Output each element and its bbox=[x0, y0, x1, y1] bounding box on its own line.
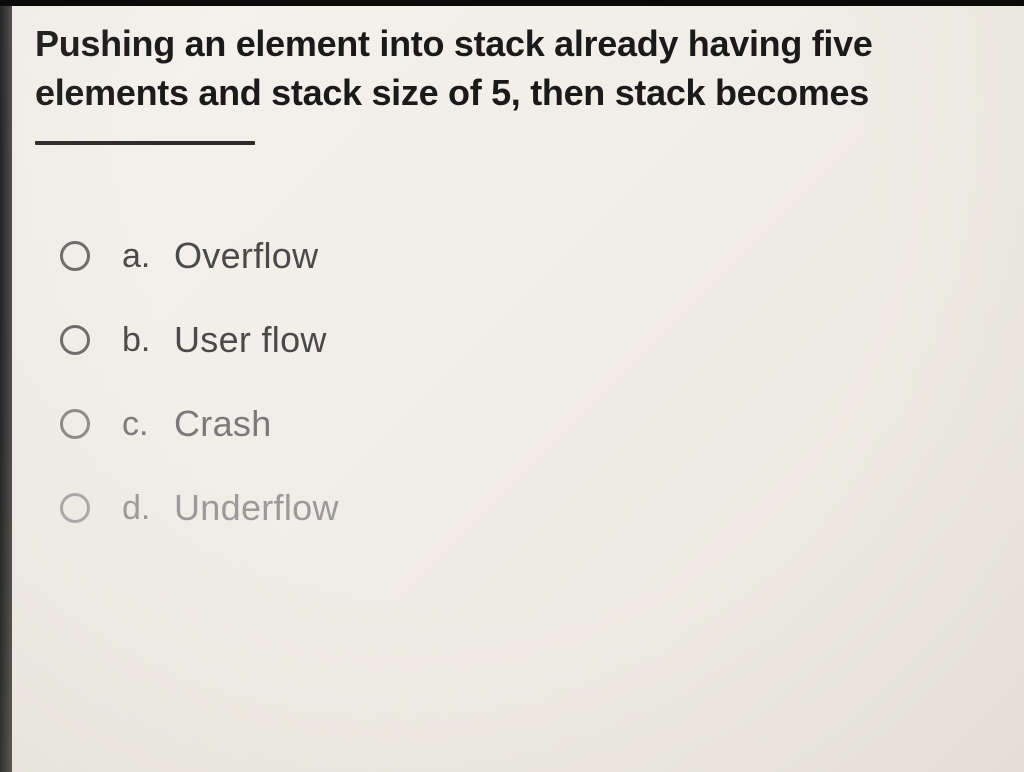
option-text: Underflow bbox=[174, 487, 339, 529]
question-text: Pushing an element into stack already ha… bbox=[35, 20, 984, 117]
radio-icon[interactable] bbox=[60, 409, 90, 439]
radio-icon[interactable] bbox=[60, 493, 90, 523]
options-list: a. Overflow b. User flow c. Crash d. Und… bbox=[35, 235, 984, 529]
option-text: Crash bbox=[174, 403, 272, 445]
option-d[interactable]: d. Underflow bbox=[60, 487, 984, 529]
option-letter: b. bbox=[122, 321, 174, 360]
option-c[interactable]: c. Crash bbox=[60, 403, 984, 445]
option-a[interactable]: a. Overflow bbox=[60, 235, 984, 277]
option-text: Overflow bbox=[174, 235, 318, 277]
option-letter: d. bbox=[122, 489, 174, 528]
blank-line bbox=[35, 141, 255, 145]
option-b[interactable]: b. User flow bbox=[60, 319, 984, 361]
radio-icon[interactable] bbox=[60, 241, 90, 271]
option-letter: c. bbox=[122, 405, 174, 444]
option-text: User flow bbox=[174, 319, 327, 361]
radio-icon[interactable] bbox=[60, 325, 90, 355]
quiz-content: Pushing an element into stack already ha… bbox=[0, 0, 1024, 611]
option-letter: a. bbox=[122, 237, 174, 276]
